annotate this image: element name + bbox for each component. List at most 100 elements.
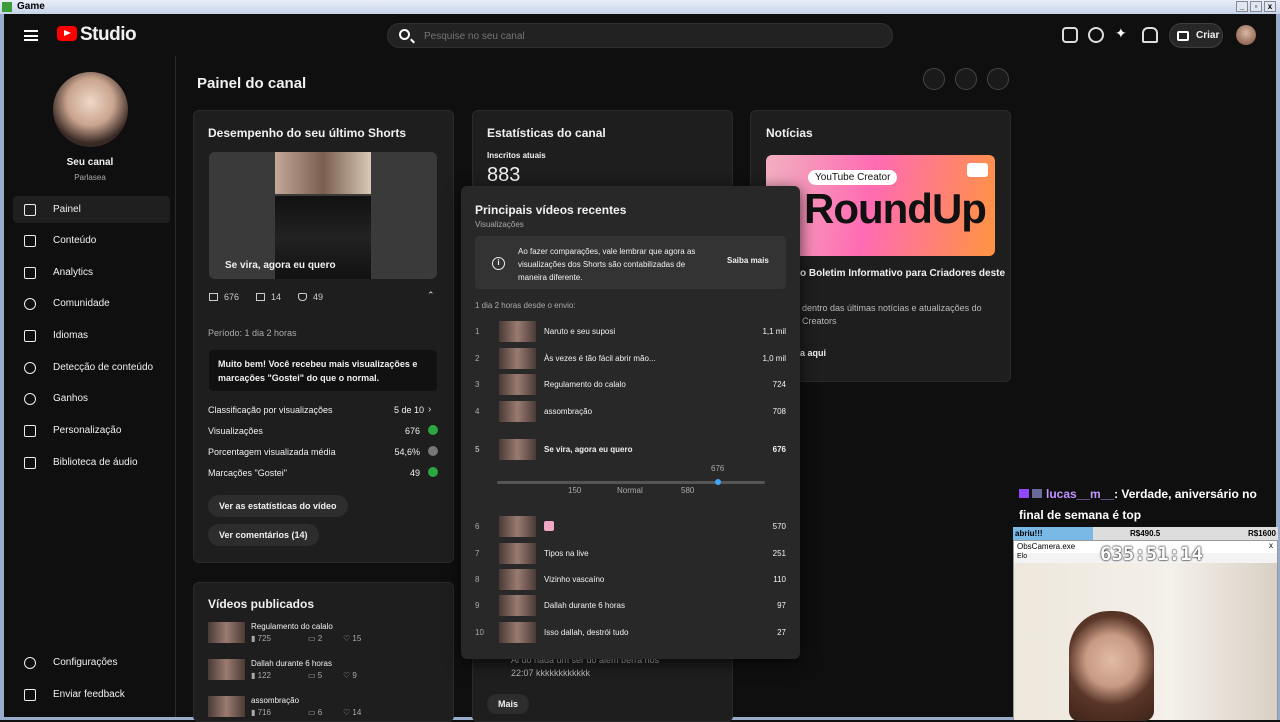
- news-link[interactable]: a aqui: [800, 348, 826, 358]
- search-input[interactable]: [424, 28, 864, 44]
- period-text: Período: 1 dia 2 horas: [208, 328, 297, 338]
- youtube-logo-icon[interactable]: [57, 26, 77, 41]
- sidebar-item-idiomas[interactable]: Idiomas: [13, 322, 170, 349]
- minimize-button[interactable]: _: [1236, 1, 1248, 12]
- table-row-highlighted[interactable]: 5 Se vira, agora eu quero 676: [475, 439, 786, 461]
- video-title: Se vira, agora eu quero: [544, 445, 633, 454]
- help-icon[interactable]: [1088, 27, 1104, 43]
- table-row[interactable]: 10 Isso dallah, destrói tudo 27: [475, 622, 786, 644]
- maximize-button[interactable]: ▫: [1250, 1, 1262, 12]
- sparkle-icon[interactable]: ✦: [1115, 25, 1131, 41]
- sidebar-item-analytics[interactable]: Analytics: [13, 259, 170, 286]
- table-row[interactable]: 7 Tipos na live 251: [475, 543, 786, 565]
- live-icon[interactable]: [955, 68, 977, 90]
- performance-scale: [497, 479, 765, 485]
- cam-background: [1014, 563, 1277, 721]
- edit-icon[interactable]: [987, 68, 1009, 90]
- learn-more-link[interactable]: Saiba mais: [727, 256, 769, 265]
- video-title: Naruto e seu suposi: [544, 327, 616, 336]
- metric-value: 54,6%: [394, 447, 420, 457]
- sidebar-item-personalizacao[interactable]: Personalização: [13, 417, 170, 444]
- views-value: 122: [257, 671, 271, 680]
- views-stat: 676: [209, 292, 239, 302]
- sidebar-item-label: Conteúdo: [53, 235, 97, 246]
- sidebar-item-painel[interactable]: Painel: [13, 196, 170, 223]
- views-value: 251: [772, 549, 786, 558]
- captions-icon[interactable]: [1062, 27, 1078, 43]
- table-row[interactable]: 3 Regulamento do calalo 724: [475, 374, 786, 396]
- views-value: 676: [224, 292, 240, 302]
- rank: 6: [475, 522, 480, 531]
- table-row[interactable]: 9 Dallah durante 6 horas 97: [475, 595, 786, 617]
- more-button[interactable]: Mais: [487, 694, 530, 714]
- view-comments-button[interactable]: Ver comentários (14): [208, 524, 319, 546]
- video-thumbnail: [499, 543, 536, 564]
- close-button[interactable]: x: [1264, 1, 1276, 12]
- collapse-chevron-icon[interactable]: ⌃: [427, 290, 435, 301]
- stream-chat-message: lucas__m__: Verdade, aniversário no fina…: [1019, 484, 1269, 526]
- cam-close-icon[interactable]: x: [1269, 541, 1273, 550]
- views-value: 27: [777, 628, 786, 637]
- comment-icon: [256, 293, 265, 301]
- list-item[interactable]: Dallah durante 6 horas ▮ 122 ▭ 5 ♡ 9: [208, 659, 448, 681]
- views-value: 676: [772, 445, 786, 454]
- sidebar-item-label: Painel: [53, 204, 81, 215]
- views-value: 570: [772, 522, 786, 531]
- scale-current: 676: [711, 464, 725, 473]
- studio-logo-text[interactable]: Studio: [80, 24, 137, 46]
- sidebar-item-label: Analytics: [53, 267, 94, 278]
- table-row[interactable]: 6 570: [475, 516, 786, 538]
- channel-name[interactable]: Seu canal: [4, 157, 176, 168]
- sidebar-item-ganhos[interactable]: Ganhos: [13, 385, 170, 412]
- sidebar-item-conteudo[interactable]: Conteúdo: [13, 227, 170, 254]
- metric-label: Porcentagem visualizada média: [208, 447, 336, 457]
- account-avatar[interactable]: [1236, 25, 1256, 45]
- rank: 10: [475, 628, 484, 637]
- sidebar-item-feedback[interactable]: Enviar feedback: [13, 681, 170, 708]
- view-stats-button[interactable]: Ver as estatísticas do vídeo: [208, 495, 348, 517]
- performance-note: Muito bem! Você recebeu mais visualizaçõ…: [209, 350, 437, 391]
- comments-value: 6: [317, 708, 323, 717]
- table-row[interactable]: 2 Às vezes é tão fácil abrir mão... 1,0 mi…: [475, 348, 786, 370]
- create-button[interactable]: Criar: [1169, 23, 1223, 48]
- sidebar-item-deteccao[interactable]: Detecção de conteúdo: [13, 354, 170, 381]
- search-bar[interactable]: [387, 23, 893, 48]
- views-value: 716: [257, 708, 271, 717]
- bell-icon[interactable]: [1142, 27, 1158, 43]
- search-icon[interactable]: [399, 29, 410, 40]
- table-row[interactable]: 1 Naruto e seu suposi 1,1 mil: [475, 321, 786, 343]
- gear-icon: [24, 657, 36, 669]
- info-box: i Ao fazer comparações, vale lembrar que…: [475, 236, 786, 289]
- webcam-overlay: ObsCamera.exe x Elo 635:51:14: [1013, 540, 1278, 721]
- comments-value: 14: [271, 292, 282, 302]
- chevron-right-icon[interactable]: ›: [428, 404, 438, 415]
- audio-library-icon: [24, 457, 36, 469]
- sidebar-item-configuracoes[interactable]: Configurações: [13, 649, 170, 676]
- sidebar-item-biblioteca[interactable]: Biblioteca de áudio: [13, 449, 170, 476]
- list-item[interactable]: Regulamento do calalo ▮ 725 ▭ 2 ♡ 15: [208, 622, 448, 644]
- list-item[interactable]: assombração ▮ 716 ▭ 6 ♡ 14: [208, 696, 448, 718]
- scale-mid: Normal: [617, 486, 643, 495]
- rank: 7: [475, 549, 480, 558]
- menu-icon[interactable]: [24, 30, 38, 41]
- channel-avatar[interactable]: [53, 72, 128, 147]
- published-title: Vídeos publicados: [208, 597, 315, 611]
- sidebar-item-label: Ganhos: [53, 393, 89, 404]
- table-row[interactable]: 4 assombração 708: [475, 401, 786, 423]
- table-row[interactable]: 8 Vizinho vascaíno 110: [475, 569, 786, 591]
- news-banner[interactable]: YouTube Creator RoundUp: [766, 155, 995, 256]
- video-title: Isso dallah, destrói tudo: [544, 628, 629, 637]
- upload-icon[interactable]: [923, 68, 945, 90]
- thumbnail-frame-top: [275, 152, 371, 194]
- community-icon: [24, 298, 36, 310]
- subs-label: Inscritos atuais: [487, 151, 546, 160]
- metric-row: Classificação por visualizações 5 de 10 ›: [208, 404, 438, 415]
- twitch-icon: [1019, 489, 1029, 498]
- metric-row: Porcentagem visualizada média 54,6%: [208, 446, 438, 457]
- sidebar-item-label: Configurações: [53, 657, 118, 668]
- stream-timer: 635:51:14: [1100, 543, 1203, 565]
- popup-title: Principais vídeos recentes: [475, 203, 627, 217]
- sidebar-item-comunidade[interactable]: Comunidade: [13, 290, 170, 317]
- shorts-thumbnail[interactable]: Se vira, agora eu quero: [209, 152, 437, 279]
- metric-label: Visualizações: [208, 426, 263, 436]
